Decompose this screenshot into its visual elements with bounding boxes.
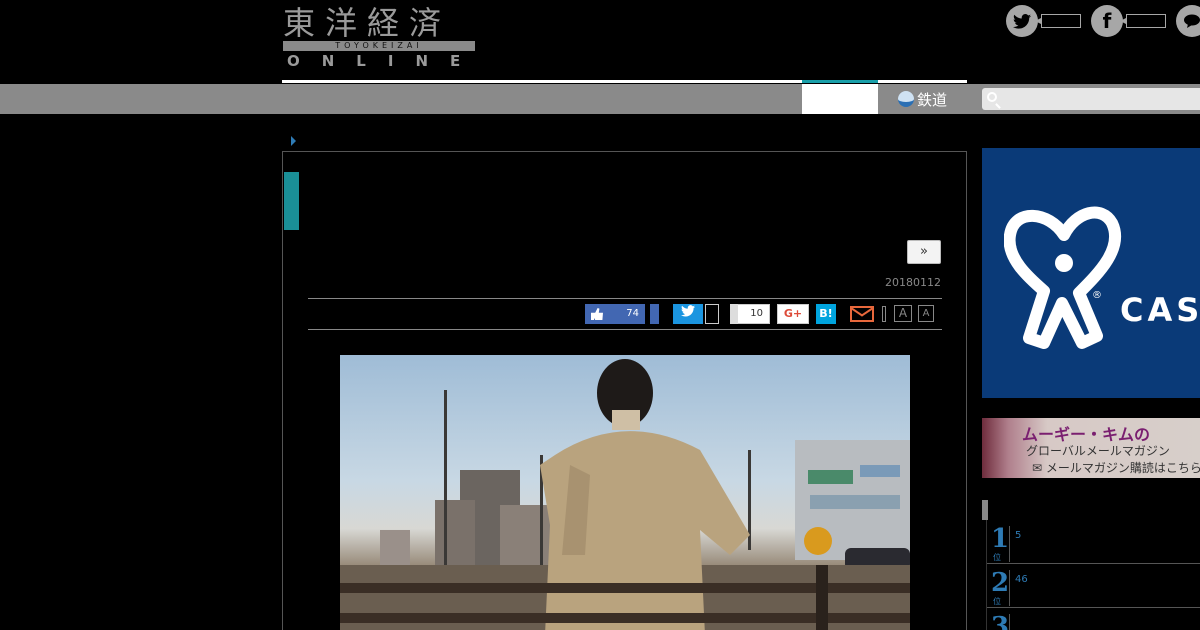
chat-follow[interactable] bbox=[1176, 5, 1200, 37]
facebook-count-box bbox=[1120, 14, 1166, 28]
share-count: 10 bbox=[730, 304, 770, 324]
mail-icon[interactable] bbox=[850, 306, 874, 322]
ad-brand-text: CAS bbox=[1120, 291, 1200, 329]
tweet-count bbox=[705, 304, 719, 324]
nav-tab-railway[interactable]: 鉄道 bbox=[878, 84, 978, 114]
rank-number: 3 bbox=[991, 612, 1010, 630]
ranking-item[interactable]: 2 位 46 bbox=[987, 564, 1200, 608]
ranking-item[interactable]: 1 位 5 bbox=[987, 520, 1200, 564]
search-input[interactable] bbox=[1006, 88, 1196, 110]
ranking-header bbox=[982, 500, 1200, 520]
rank-divider bbox=[1009, 570, 1010, 606]
advertisement-banner[interactable]: ® CAS bbox=[982, 148, 1200, 398]
separator bbox=[882, 306, 886, 322]
twitter-icon bbox=[1006, 5, 1038, 37]
newsletter-banner[interactable]: ムーギー・キムの グローバルメールマガジン ✉ メールマガジン購読はこちら bbox=[982, 418, 1200, 478]
facebook-follow[interactable]: f bbox=[1091, 5, 1169, 37]
rank-count: 46 bbox=[1015, 574, 1028, 585]
nav-topline-right bbox=[878, 80, 967, 83]
rank-number: 1 bbox=[991, 524, 1010, 554]
rank-suffix: 位 bbox=[993, 553, 1001, 562]
nav-topline-accent bbox=[802, 80, 878, 83]
divider bbox=[308, 329, 942, 330]
ranking-list: 1 位 5 2 位 46 3 bbox=[986, 520, 1200, 630]
facebook-like-button[interactable]: 74 bbox=[585, 304, 645, 324]
tweet-button[interactable] bbox=[673, 304, 703, 324]
train-icon bbox=[898, 91, 914, 107]
rank-divider bbox=[1009, 526, 1010, 562]
title-accent-bar bbox=[284, 172, 299, 230]
chat-icon bbox=[1176, 5, 1200, 37]
facebook-icon: f bbox=[1091, 5, 1123, 37]
logo-subtitle: TOYOKEIZAI bbox=[283, 41, 475, 51]
rank-suffix: 位 bbox=[993, 597, 1001, 606]
heart-logo-icon bbox=[1004, 206, 1122, 349]
newsletter-cta: ✉ メールマガジン購読はこちら bbox=[1032, 461, 1200, 475]
font-small-button[interactable]: A bbox=[918, 305, 934, 322]
site-logo[interactable]: 東洋経済 TOYOKEIZAI ONLINE bbox=[283, 6, 475, 70]
thumbs-up-icon bbox=[591, 308, 603, 320]
twitter-count-box bbox=[1035, 14, 1081, 28]
registered-mark: ® bbox=[1092, 290, 1102, 301]
twitter-icon bbox=[681, 305, 695, 317]
logo-online: ONLINE bbox=[287, 52, 483, 70]
breadcrumb-arrow-icon bbox=[291, 136, 296, 146]
ranking-item[interactable]: 3 bbox=[987, 608, 1200, 630]
nav-tab-railway-label: 鉄道 bbox=[917, 90, 948, 109]
search-box[interactable] bbox=[982, 88, 1200, 110]
hatena-bookmark-button[interactable]: B! bbox=[816, 304, 836, 324]
rank-number: 2 bbox=[991, 568, 1010, 598]
article-photo bbox=[340, 355, 910, 630]
article-date: 20180112 bbox=[885, 276, 941, 289]
logo-kanji: 東洋経済 bbox=[283, 4, 452, 42]
google-plus-button[interactable]: G+ bbox=[777, 304, 809, 324]
newsletter-subtitle: グローバルメールマガジン bbox=[1026, 444, 1170, 458]
search-icon[interactable] bbox=[987, 92, 997, 102]
divider bbox=[308, 298, 942, 299]
facebook-share-button[interactable] bbox=[650, 304, 659, 324]
next-page-button[interactable]: » bbox=[907, 240, 941, 264]
font-large-button[interactable]: A bbox=[894, 305, 912, 322]
twitter-follow[interactable] bbox=[1006, 5, 1084, 37]
rank-divider bbox=[1009, 614, 1010, 630]
like-count: 74 bbox=[626, 308, 639, 319]
rank-count: 5 bbox=[1015, 530, 1022, 541]
nav-topline bbox=[282, 80, 802, 83]
nav-tab-active[interactable] bbox=[802, 84, 878, 114]
